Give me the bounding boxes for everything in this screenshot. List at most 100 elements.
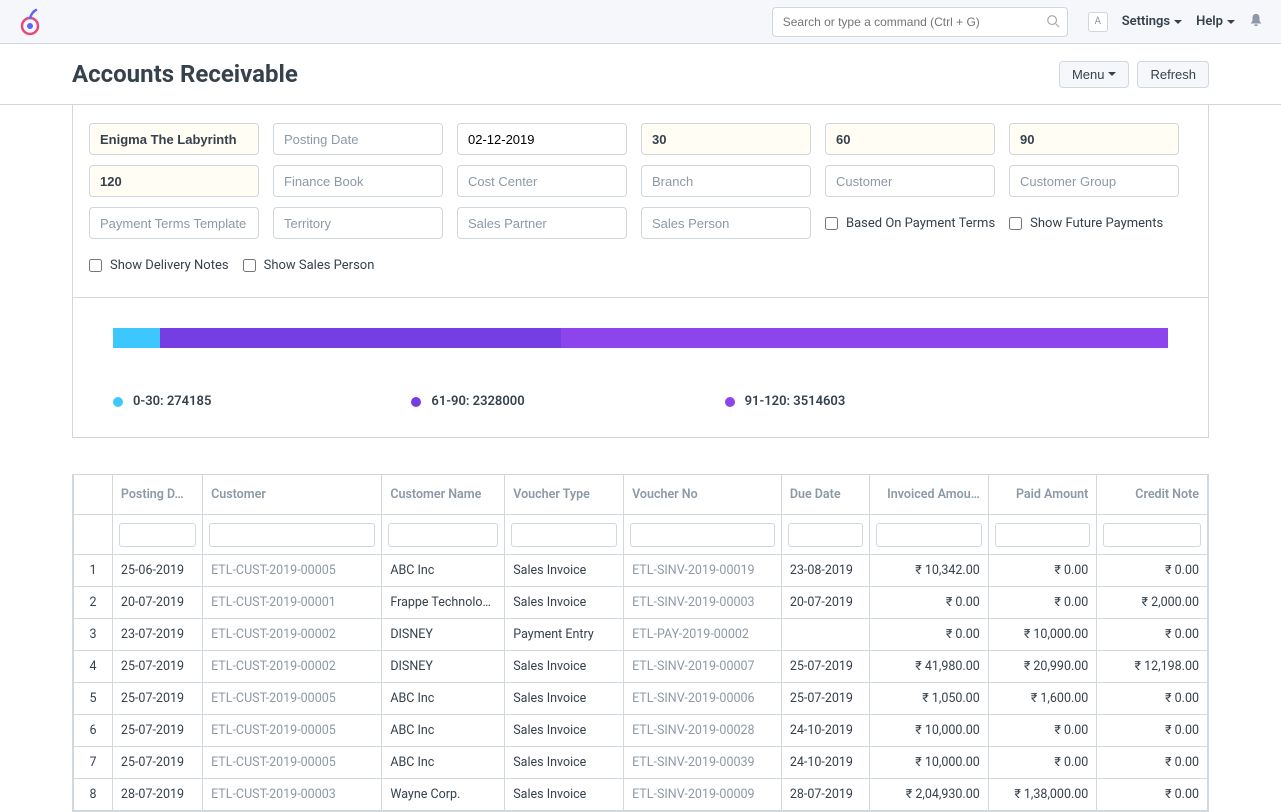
- col-filter-voucher-no[interactable]: [630, 523, 775, 547]
- cell-voucher-no[interactable]: ETL-PAY-2019-00002: [624, 619, 782, 651]
- bar-segment-91-120: [561, 328, 1168, 348]
- show-future-checkbox[interactable]: Show Future Payments: [1009, 207, 1163, 239]
- cell-customer[interactable]: ETL-CUST-2019-00005: [203, 715, 382, 747]
- cell-customer[interactable]: ETL-CUST-2019-00001: [203, 587, 382, 619]
- col-filter-customer-name[interactable]: [388, 523, 498, 547]
- cell-invoiced: ₹ 2,04,930.00: [869, 779, 988, 811]
- cell-due-date: 24-10-2019: [781, 747, 869, 779]
- customer-filter[interactable]: [825, 165, 995, 197]
- avatar[interactable]: A: [1088, 12, 1108, 32]
- col-credit[interactable]: Credit Note: [1097, 475, 1208, 515]
- cell-customer-name: ABC Inc: [382, 555, 505, 587]
- col-filter-paid[interactable]: [995, 523, 1091, 547]
- cell-due-date: 25-07-2019: [781, 651, 869, 683]
- global-search-input[interactable]: [772, 7, 1068, 37]
- cell-customer[interactable]: ETL-CUST-2019-00005: [203, 747, 382, 779]
- aging-chart: 0-30: 274185 61-90: 2328000 91-120: 3514…: [72, 298, 1209, 438]
- col-filter-credit[interactable]: [1103, 523, 1201, 547]
- table-row[interactable]: 220-07-2019ETL-CUST-2019-00001Frappe Tec…: [74, 587, 1208, 619]
- range4-filter[interactable]: [89, 165, 259, 197]
- cell-due-date: 25-07-2019: [781, 683, 869, 715]
- settings-menu[interactable]: Settings: [1122, 14, 1182, 29]
- cell-customer[interactable]: ETL-CUST-2019-00002: [203, 619, 382, 651]
- table-row[interactable]: 125-06-2019ETL-CUST-2019-00005ABC IncSal…: [74, 555, 1208, 587]
- menu-button[interactable]: Menu: [1059, 61, 1130, 88]
- cell-voucher-type: Sales Invoice: [505, 555, 624, 587]
- cell-customer[interactable]: ETL-CUST-2019-00005: [203, 555, 382, 587]
- sales-person-filter[interactable]: [641, 207, 811, 239]
- filter-bar: Based On Payment Terms Show Future Payme…: [72, 105, 1209, 298]
- cell-customer-name: ABC Inc: [382, 747, 505, 779]
- table-row[interactable]: 323-07-2019ETL-CUST-2019-00002DISNEYPaym…: [74, 619, 1208, 651]
- cell-customer[interactable]: ETL-CUST-2019-00002: [203, 651, 382, 683]
- payment-terms-filter[interactable]: [89, 207, 259, 239]
- header-row: Posting D… Customer Customer Name Vouche…: [74, 475, 1208, 515]
- branch-filter[interactable]: [641, 165, 811, 197]
- col-voucher-no[interactable]: Voucher No: [624, 475, 782, 515]
- cell-paid: ₹ 0.00: [988, 747, 1097, 779]
- col-filter-posting-date[interactable]: [119, 523, 196, 547]
- cell-voucher-no[interactable]: ETL-SINV-2019-00039: [624, 747, 782, 779]
- cell-customer[interactable]: ETL-CUST-2019-00003: [203, 779, 382, 811]
- range2-filter[interactable]: [825, 123, 995, 155]
- cell-voucher-no[interactable]: ETL-SINV-2019-00006: [624, 683, 782, 715]
- finance-book-filter[interactable]: [273, 165, 443, 197]
- table-row[interactable]: 828-07-2019ETL-CUST-2019-00003Wayne Corp…: [74, 779, 1208, 811]
- cell-credit: ₹ 2,000.00: [1097, 587, 1208, 619]
- table-row[interactable]: 425-07-2019ETL-CUST-2019-00002DISNEYSale…: [74, 651, 1208, 683]
- bar-segment-0-30: [113, 328, 160, 348]
- refresh-button[interactable]: Refresh: [1137, 61, 1209, 88]
- show-sales-person-checkbox[interactable]: Show Sales Person: [243, 249, 375, 281]
- table-row[interactable]: 525-07-2019ETL-CUST-2019-00005ABC IncSal…: [74, 683, 1208, 715]
- col-due-date[interactable]: Due Date: [781, 475, 869, 515]
- row-index: 4: [74, 651, 113, 683]
- cell-customer-name: ABC Inc: [382, 683, 505, 715]
- col-invoiced[interactable]: Invoiced Amou…: [869, 475, 988, 515]
- cell-invoiced: ₹ 0.00: [869, 587, 988, 619]
- legend-61-90: 61-90: 2328000: [411, 394, 524, 409]
- sales-partner-filter[interactable]: [457, 207, 627, 239]
- col-customer-name[interactable]: Customer Name: [382, 475, 505, 515]
- cell-voucher-no[interactable]: ETL-SINV-2019-00009: [624, 779, 782, 811]
- search-icon: [1046, 14, 1060, 28]
- cell-voucher-type: Sales Invoice: [505, 747, 624, 779]
- help-menu[interactable]: Help: [1196, 14, 1235, 29]
- col-filter-voucher-type[interactable]: [511, 523, 617, 547]
- dot-icon: [411, 397, 421, 407]
- col-customer[interactable]: Customer: [203, 475, 382, 515]
- table-row[interactable]: 625-07-2019ETL-CUST-2019-00005ABC IncSal…: [74, 715, 1208, 747]
- caret-down-icon: [1108, 72, 1116, 76]
- cell-posting-date: 25-07-2019: [112, 683, 202, 715]
- show-delivery-checkbox[interactable]: Show Delivery Notes: [89, 249, 229, 281]
- customer-group-filter[interactable]: [1009, 165, 1179, 197]
- cell-voucher-no[interactable]: ETL-SINV-2019-00003: [624, 587, 782, 619]
- cell-customer-name: DISNEY: [382, 651, 505, 683]
- cell-voucher-no[interactable]: ETL-SINV-2019-00007: [624, 651, 782, 683]
- range1-filter[interactable]: [641, 123, 811, 155]
- notifications-icon[interactable]: [1249, 13, 1263, 31]
- cost-center-filter[interactable]: [457, 165, 627, 197]
- range3-filter[interactable]: [1009, 123, 1179, 155]
- legend-0-30: 0-30: 274185: [113, 394, 211, 409]
- posting-date-filter[interactable]: [457, 123, 627, 155]
- based-on-payment-checkbox[interactable]: Based On Payment Terms: [825, 207, 995, 239]
- col-filter-customer[interactable]: [209, 523, 375, 547]
- legend-91-120: 91-120: 3514603: [725, 394, 846, 409]
- bar-segment-61-90: [160, 328, 561, 348]
- dot-icon: [113, 397, 123, 407]
- col-filter-due-date[interactable]: [788, 523, 863, 547]
- cell-voucher-no[interactable]: ETL-SINV-2019-00028: [624, 715, 782, 747]
- table-row[interactable]: 725-07-2019ETL-CUST-2019-00005ABC IncSal…: [74, 747, 1208, 779]
- cell-voucher-type: Sales Invoice: [505, 715, 624, 747]
- col-posting-date[interactable]: Posting D…: [112, 475, 202, 515]
- posting-date-label[interactable]: [273, 123, 443, 155]
- col-paid[interactable]: Paid Amount: [988, 475, 1097, 515]
- cell-voucher-no[interactable]: ETL-SINV-2019-00019: [624, 555, 782, 587]
- territory-filter[interactable]: [273, 207, 443, 239]
- cell-paid: ₹ 10,000.00: [988, 619, 1097, 651]
- col-filter-invoiced[interactable]: [876, 523, 982, 547]
- cell-customer[interactable]: ETL-CUST-2019-00005: [203, 683, 382, 715]
- col-voucher-type[interactable]: Voucher Type: [505, 475, 624, 515]
- company-filter[interactable]: [89, 123, 259, 155]
- cell-credit: ₹ 12,198.00: [1097, 651, 1208, 683]
